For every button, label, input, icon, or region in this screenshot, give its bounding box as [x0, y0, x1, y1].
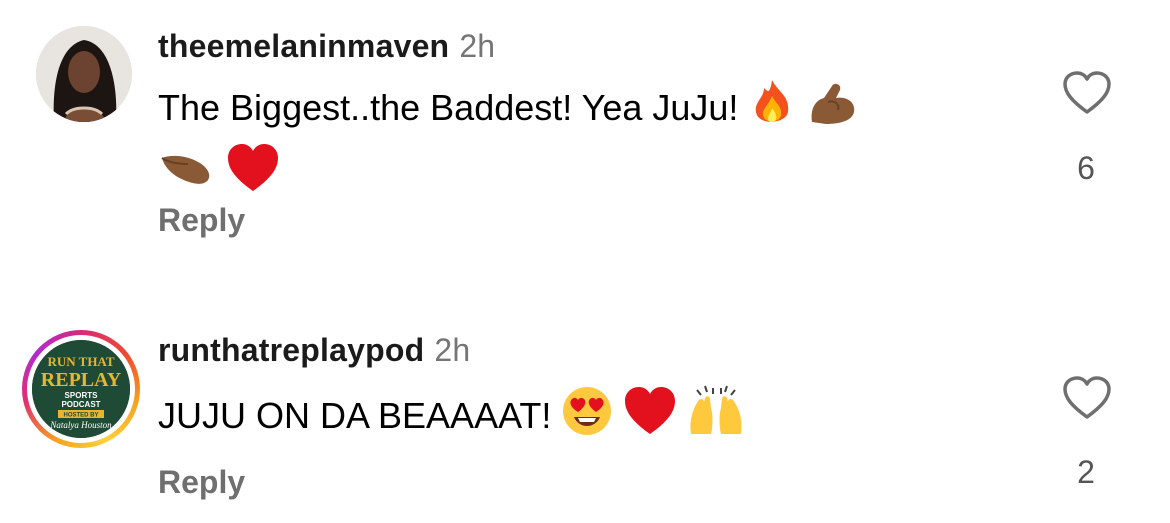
- comment-body: The Biggest..the Baddest! Yea JuJu!: [158, 87, 739, 129]
- like-heart-icon[interactable]: [1062, 70, 1112, 116]
- comment-header: runthatreplaypod 2h: [158, 332, 470, 369]
- heart-eyes-icon: [561, 385, 613, 452]
- podcast-logo: RUN THAT REPLAY SPORTS PODCAST HOSTED BY…: [32, 340, 130, 438]
- comment-text: JUJU ON DA BEAAAAT!: [158, 384, 745, 453]
- comment-header: theemelaninmaven 2h: [158, 28, 495, 65]
- username-link[interactable]: theemelaninmaven: [158, 28, 449, 64]
- reply-button[interactable]: Reply: [158, 202, 245, 239]
- comment-timestamp: 2h: [434, 332, 471, 368]
- avatar[interactable]: [36, 26, 132, 122]
- svg-text:Natalya Houston: Natalya Houston: [49, 420, 112, 430]
- pinching-hand-icon: [158, 146, 216, 205]
- username-link[interactable]: runthatreplaypod: [158, 332, 424, 368]
- raising-hands-icon: [687, 384, 745, 453]
- like-count: 2: [1077, 454, 1095, 490]
- comment-body: JUJU ON DA BEAAAAT!: [158, 395, 552, 437]
- svg-text:REPLAY: REPLAY: [41, 369, 122, 391]
- avatar: RUN THAT REPLAY SPORTS PODCAST HOSTED BY…: [32, 340, 130, 438]
- like-count: 6: [1077, 150, 1095, 186]
- red-heart-icon: [623, 386, 677, 451]
- svg-text:SPORTS: SPORTS: [65, 391, 99, 400]
- comment-item: RUN THAT REPLAY SPORTS PODCAST HOSTED BY…: [0, 300, 1170, 523]
- comment-timestamp: 2h: [459, 28, 496, 64]
- like-heart-icon[interactable]: [1062, 375, 1112, 421]
- svg-text:HOSTED BY: HOSTED BY: [63, 413, 98, 419]
- comment-text: The Biggest..the Baddest! Yea JuJu!: [158, 78, 1018, 208]
- svg-text:RUN THAT: RUN THAT: [47, 354, 114, 369]
- reply-button[interactable]: Reply: [158, 464, 245, 501]
- story-ring[interactable]: RUN THAT REPLAY SPORTS PODCAST HOSTED BY…: [22, 330, 140, 448]
- comment-item: theemelaninmaven 2h The Biggest..the Badd…: [0, 0, 1170, 270]
- svg-text:PODCAST: PODCAST: [61, 400, 100, 409]
- fire-icon: [748, 78, 796, 143]
- red-heart-icon: [226, 143, 280, 208]
- user-photo: [36, 26, 132, 122]
- flexed-biceps-icon: [806, 78, 860, 143]
